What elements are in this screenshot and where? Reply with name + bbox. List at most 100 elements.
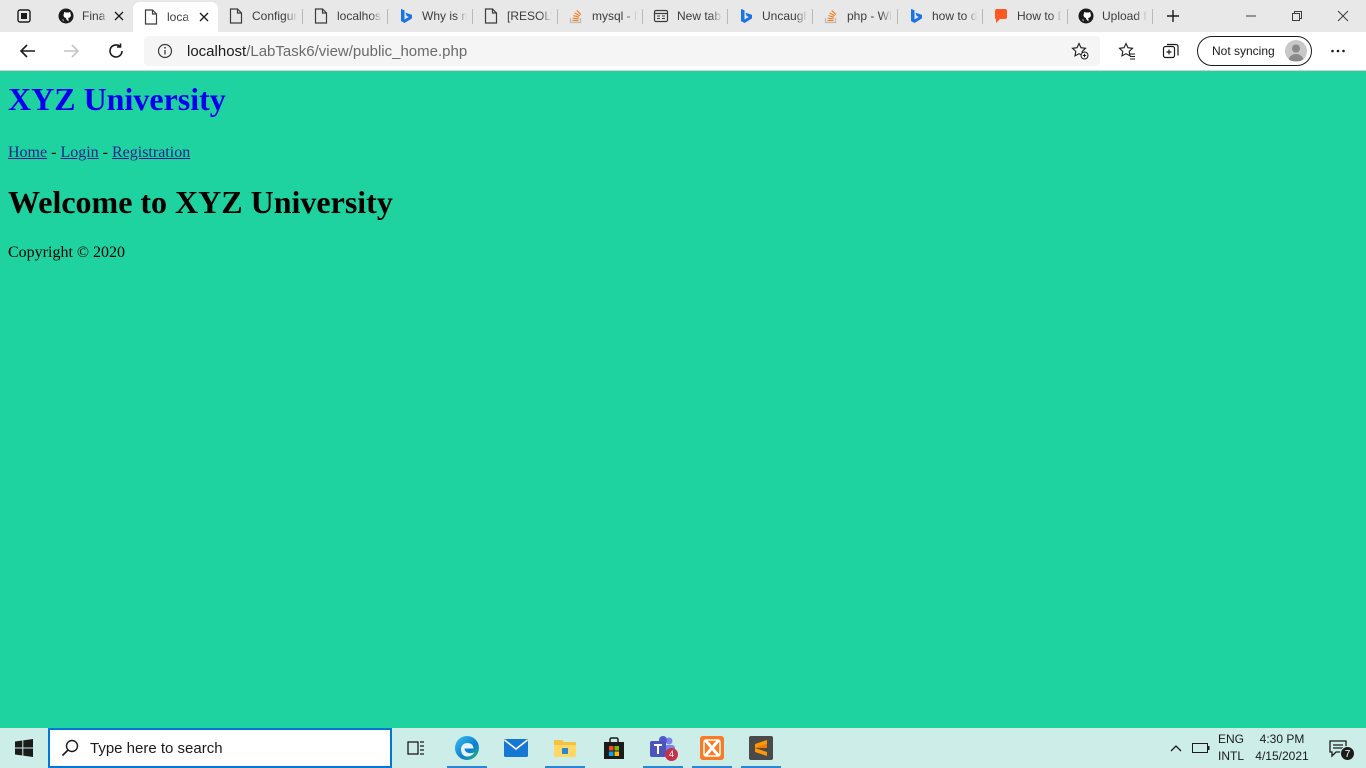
url-host: localhost (187, 42, 247, 60)
tab[interactable]: New tab (643, 0, 728, 32)
chevron-up-icon (1170, 745, 1182, 752)
more-horizontal-icon (1331, 49, 1345, 53)
favorites-star-icon (1118, 42, 1135, 60)
tab-title: Uncaugh (762, 9, 807, 23)
minimize-icon (1246, 15, 1256, 17)
taskbar-edge-button[interactable] (443, 728, 491, 768)
tab[interactable]: localhost (303, 0, 388, 32)
tab-separator (1152, 9, 1153, 24)
sublime-text-icon (749, 736, 773, 760)
tab-title: Configur (252, 9, 297, 23)
xampp-icon (700, 736, 724, 760)
lang-line-2: INTL (1217, 749, 1244, 763)
profile-button[interactable]: Not syncing (1197, 36, 1312, 66)
windows-logo-icon (15, 739, 33, 757)
restore-button[interactable] (1274, 0, 1320, 32)
add-favorite-icon[interactable] (1070, 41, 1090, 61)
tab-actions-button[interactable] (0, 0, 48, 32)
taskbar-store-button[interactable] (590, 728, 638, 768)
tab[interactable]: Fina (48, 0, 133, 32)
copyright-text: Copyright © 2020 (8, 244, 126, 261)
new-tab-button[interactable] (1160, 4, 1186, 28)
newtab-icon (653, 8, 669, 24)
lang-line-1: ENG (1217, 732, 1244, 746)
restore-icon (1292, 11, 1302, 21)
taskbar-mail-button[interactable] (492, 728, 540, 768)
clock-time: 4:30 PM (1259, 732, 1305, 746)
page-icon (143, 9, 159, 25)
start-button[interactable] (0, 728, 48, 768)
search-icon (61, 739, 79, 757)
tab[interactable]: php - Wh (813, 0, 898, 32)
tab-title: How to D (1017, 9, 1062, 23)
tab[interactable]: Upload f (1068, 0, 1153, 32)
plus-icon (1167, 10, 1179, 22)
refresh-icon (109, 43, 123, 58)
taskbar-sublime-button[interactable] (737, 728, 785, 768)
notification-badge: 7 (1340, 746, 1355, 761)
battery-button[interactable] (1191, 728, 1211, 768)
back-button[interactable] (12, 35, 44, 67)
tab-strip: Fina loca Configur localhost Why is m [RESOLV… (0, 0, 1366, 32)
taskbar-file-explorer-button[interactable] (541, 728, 589, 768)
folder-icon (554, 740, 576, 757)
close-tab-icon[interactable] (196, 9, 212, 25)
close-window-button[interactable] (1320, 0, 1366, 32)
tab[interactable]: Why is m (388, 0, 473, 32)
task-view-button[interactable] (392, 728, 440, 768)
bing-icon (738, 8, 754, 24)
action-center-button[interactable]: 7 (1318, 728, 1358, 768)
input-language-indicator[interactable]: ENG INTL (1214, 731, 1248, 765)
tab[interactable]: how to d (898, 0, 983, 32)
tab[interactable]: loca (133, 2, 218, 32)
minimize-button[interactable] (1228, 0, 1274, 32)
profile-label: Not syncing (1212, 44, 1275, 58)
nav-registration-link[interactable]: Registration (112, 144, 190, 161)
tab-title: localhost (337, 9, 382, 23)
tab-title: Why is m (422, 9, 467, 23)
welcome-heading: Welcome to XYZ University (8, 184, 393, 220)
refresh-button[interactable] (100, 35, 132, 67)
github-icon (1078, 8, 1094, 24)
tab-title: how to d (932, 9, 977, 23)
tab[interactable]: mysql - F (558, 0, 643, 32)
nav-separator: - (98, 144, 112, 161)
teams-badge: 4 (665, 748, 678, 761)
page-viewport: XYZ University Home - Login - Registrati… (0, 71, 1366, 728)
task-view-icon (407, 741, 424, 755)
tab[interactable]: Uncaugh (728, 0, 813, 32)
site-nav: Home - Login - Registration (8, 143, 1358, 162)
edge-icon (455, 736, 479, 760)
tab[interactable]: Configur (218, 0, 303, 32)
tab-title: [RESOLVI (507, 9, 552, 23)
forward-button[interactable] (55, 35, 87, 67)
tab[interactable]: [RESOLVI (473, 0, 558, 32)
nav-login-link[interactable]: Login (60, 144, 98, 161)
arrow-left-icon (19, 44, 35, 58)
arrow-right-icon (64, 44, 80, 58)
taskbar-search-box[interactable]: Type here to search (48, 728, 392, 768)
address-bar[interactable]: localhost/LabTask6/view/public_home.php (144, 36, 1100, 66)
blogger-icon (993, 8, 1009, 24)
collections-button[interactable] (1155, 35, 1187, 67)
url-path: /LabTask6/view/public_home.php (246, 42, 468, 60)
store-icon (604, 737, 624, 759)
taskbar-teams-button[interactable]: 4 (639, 728, 687, 768)
show-hidden-icons-button[interactable] (1166, 728, 1186, 768)
page-icon (228, 8, 244, 24)
settings-menu-button[interactable] (1322, 35, 1354, 67)
tab-title: loca (167, 10, 190, 24)
favorites-button[interactable] (1111, 35, 1143, 67)
taskbar-search-placeholder: Type here to search (90, 739, 223, 757)
clock-date: 4/15/2021 (1255, 749, 1309, 763)
nav-home-link[interactable]: Home (8, 144, 47, 161)
taskbar-xampp-button[interactable] (688, 728, 736, 768)
taskbar-clock[interactable]: 4:30 PM 4/15/2021 (1250, 731, 1314, 765)
collections-icon (1162, 43, 1179, 59)
page-icon (313, 8, 329, 24)
close-tab-icon[interactable] (111, 8, 127, 24)
nav-separator: - (47, 144, 61, 161)
tab[interactable]: How to D (983, 0, 1068, 32)
tab-title: php - Wh (847, 9, 892, 23)
site-info-icon[interactable] (156, 42, 174, 60)
